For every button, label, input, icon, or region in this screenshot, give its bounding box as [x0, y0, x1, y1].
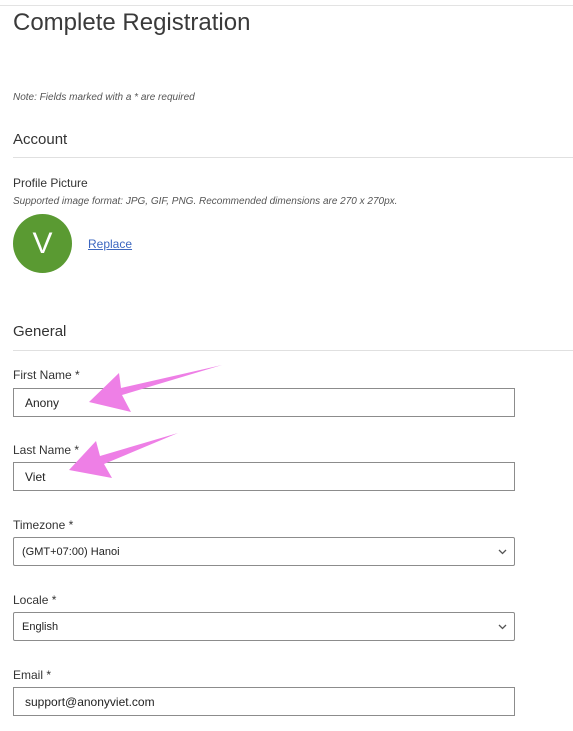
section-general-divider — [13, 350, 573, 351]
section-account-heading: Account — [13, 131, 68, 148]
chevron-down-icon — [490, 624, 514, 630]
locale-value: English — [22, 620, 59, 633]
profile-picture-label: Profile Picture — [13, 176, 88, 190]
top-divider — [0, 5, 573, 6]
required-note: Note: Fields marked with a * are require… — [13, 92, 195, 103]
locale-select[interactable]: English — [13, 612, 515, 641]
avatar: V — [13, 214, 72, 273]
replace-picture-link[interactable]: Replace — [88, 237, 132, 251]
chevron-down-icon — [490, 549, 514, 555]
email-label: Email * — [13, 668, 52, 682]
timezone-label: Timezone * — [13, 518, 74, 532]
email-input[interactable] — [13, 687, 515, 716]
first-name-input[interactable] — [13, 388, 515, 417]
timezone-value: (GMT+07:00) Hanoi — [22, 545, 120, 558]
locale-label: Locale * — [13, 593, 57, 607]
page-title: Complete Registration — [13, 9, 251, 36]
last-name-input[interactable] — [13, 462, 515, 491]
first-name-label: First Name * — [13, 368, 80, 382]
section-account-divider — [13, 157, 573, 158]
profile-picture-hint: Supported image format: JPG, GIF, PNG. R… — [13, 196, 398, 207]
last-name-label: Last Name * — [13, 443, 80, 457]
avatar-letter: V — [32, 226, 53, 260]
timezone-select[interactable]: (GMT+07:00) Hanoi — [13, 537, 515, 566]
section-general-heading: General — [13, 323, 67, 340]
